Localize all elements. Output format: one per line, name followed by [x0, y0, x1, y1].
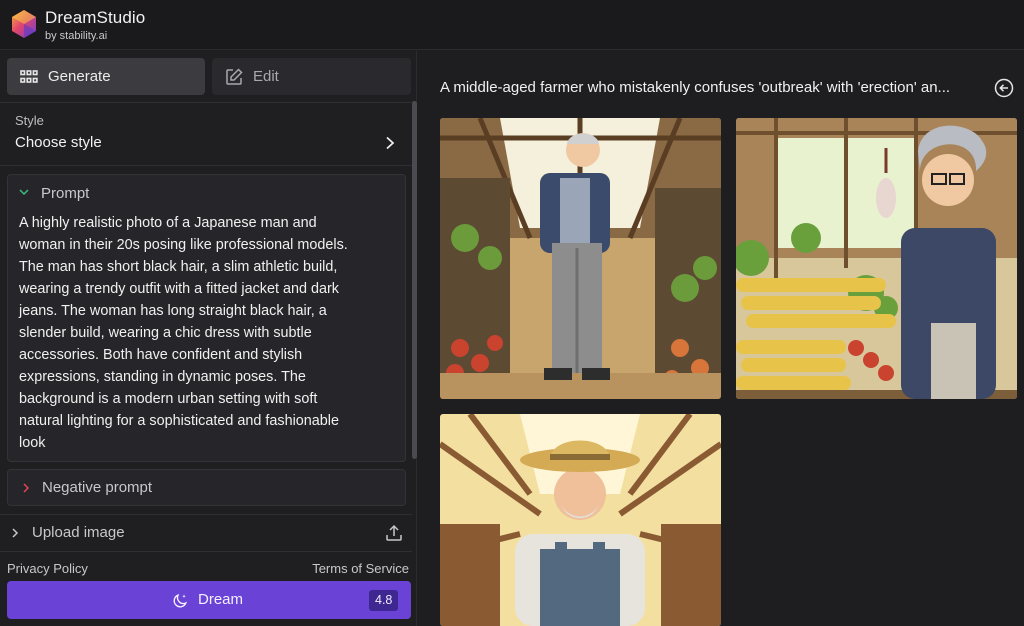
- chevron-right-icon: [12, 528, 19, 538]
- generated-image[interactable]: [440, 118, 721, 399]
- prompt-line: wearing a trendy outfit with a fitted ja…: [19, 281, 339, 297]
- negative-prompt-section[interactable]: Negative prompt: [7, 469, 406, 506]
- credit-cost-badge: 4.8: [369, 590, 399, 611]
- generated-image[interactable]: [736, 118, 1017, 399]
- prompt-line: slender build, wearing a chic dress with…: [19, 325, 312, 341]
- prompt-line: accessories. Both have confident and sty…: [19, 347, 303, 363]
- prompt-line: The man has short black hair, a slim ath…: [19, 259, 338, 275]
- edit-icon: [224, 67, 244, 87]
- upload-image-section[interactable]: Upload image: [0, 515, 412, 551]
- chevron-right-icon: [23, 483, 30, 493]
- upload-image-title: Upload image: [32, 524, 125, 541]
- prompt-section: Prompt A highly realistic photo of a Jap…: [7, 174, 406, 462]
- chevron-down-icon[interactable]: [18, 186, 30, 198]
- tab-edit[interactable]: Edit: [212, 58, 411, 95]
- app-subtitle: by stability.ai: [45, 30, 108, 42]
- tab-generate-label: Generate: [48, 68, 111, 85]
- generation-prompt-title: A middle-aged farmer who mistakenly conf…: [440, 79, 951, 96]
- top-bar: DreamStudio by stability.ai: [0, 0, 1024, 50]
- chevron-right-icon[interactable]: [383, 136, 397, 150]
- tab-generate[interactable]: Generate: [7, 58, 205, 95]
- style-label: Style: [15, 113, 44, 128]
- prompt-line: look: [19, 435, 46, 451]
- prompt-line: jeans. The woman has long straight black…: [19, 303, 327, 319]
- style-selector[interactable]: Choose style: [15, 134, 102, 151]
- app-name: DreamStudio: [45, 8, 146, 27]
- prompt-line: woman in their 20s posing like professio…: [19, 237, 348, 253]
- dreamstudio-logo-icon[interactable]: [9, 9, 39, 39]
- grid-icon: [19, 67, 39, 87]
- divider: [0, 102, 412, 103]
- left-panel: Generate Edit Style Choose style Prompt …: [0, 51, 417, 626]
- prompt-title[interactable]: Prompt: [41, 185, 89, 202]
- divider: [0, 165, 412, 166]
- generated-image[interactable]: [440, 414, 721, 626]
- arrow-left-circle-icon[interactable]: [994, 78, 1014, 98]
- terms-of-service-link[interactable]: Terms of Service: [312, 561, 409, 576]
- prompt-line: expressions, standing in dynamic poses. …: [19, 369, 306, 385]
- prompt-input[interactable]: A highly realistic photo of a Japanese m…: [19, 212, 399, 454]
- privacy-policy-link[interactable]: Privacy Policy: [7, 561, 88, 576]
- divider: [0, 551, 412, 552]
- results-panel: A middle-aged farmer who mistakenly conf…: [418, 51, 1024, 626]
- moon-icon: [173, 593, 188, 608]
- dream-button[interactable]: Dream 4.8: [7, 581, 411, 619]
- scrollbar[interactable]: [412, 101, 417, 459]
- negative-prompt-title: Negative prompt: [42, 479, 153, 496]
- upload-icon[interactable]: [384, 523, 404, 543]
- prompt-line: background is a modern urban setting wit…: [19, 391, 318, 407]
- tab-edit-label: Edit: [253, 68, 279, 85]
- prompt-line: natural lighting for a sophisticated and…: [19, 413, 340, 429]
- prompt-line: A highly realistic photo of a Japanese m…: [19, 215, 317, 231]
- dream-button-label: Dream: [198, 591, 244, 608]
